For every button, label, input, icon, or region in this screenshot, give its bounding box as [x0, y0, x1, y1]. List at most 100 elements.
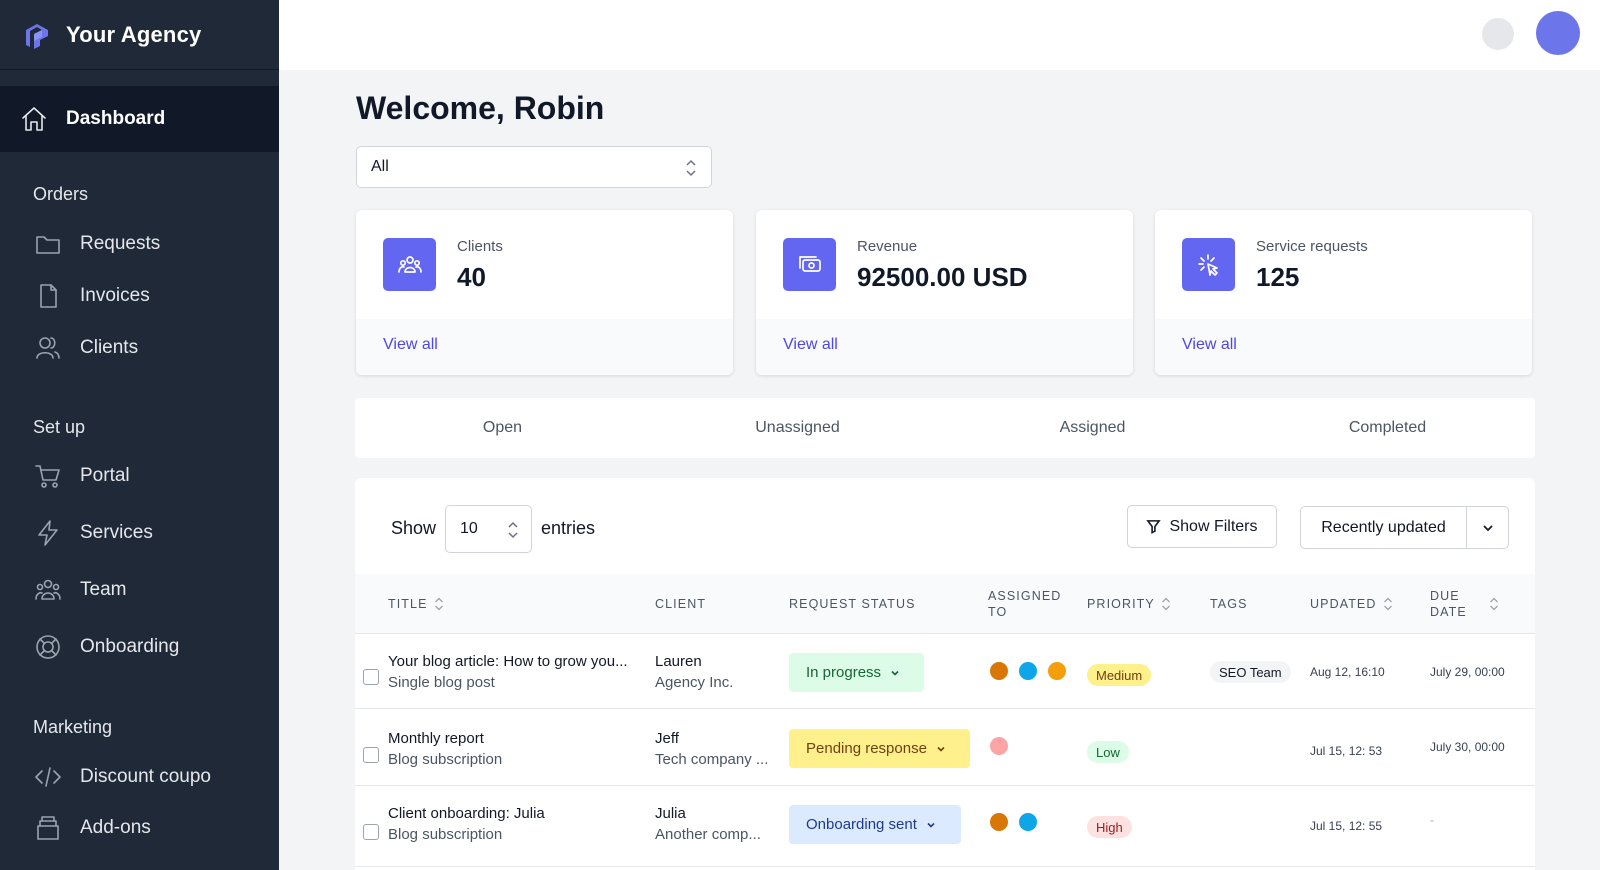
stat-label: Clients	[457, 238, 503, 255]
column-due-label-2: date	[1430, 605, 1467, 619]
status-dropdown[interactable]: Onboarding sent	[789, 805, 961, 844]
sidebar-item-requests[interactable]: Requests	[34, 224, 160, 264]
column-tags-label: Tags	[1210, 597, 1248, 611]
table-row[interactable]: Monthly report Blog subscription Jeff Te…	[355, 710, 1535, 786]
row-updated: Aug 12, 16:10	[1310, 665, 1385, 679]
tab-completed[interactable]: Completed	[1240, 398, 1535, 458]
requests-table-panel: Show 10 entries Show Filters Recently up…	[355, 478, 1535, 870]
sidebar-item-label: Onboarding	[80, 636, 180, 657]
user-avatar[interactable]	[1536, 11, 1580, 55]
sidebar-item-team[interactable]: Team	[34, 570, 126, 610]
sidebar-section-marketing: Marketing	[33, 717, 113, 737]
request-tabs: Open Unassigned Assigned Completed	[355, 398, 1535, 458]
column-request-status: Request status	[789, 596, 916, 612]
status-dropdown[interactable]: Pending response	[789, 729, 970, 768]
view-all-service-requests-link[interactable]: View all	[1182, 336, 1237, 354]
stat-card-clients: Clients 40 View all	[356, 210, 733, 375]
row-checkbox[interactable]	[363, 824, 379, 840]
status-label: Onboarding sent	[806, 816, 917, 833]
status-label: In progress	[806, 664, 882, 681]
row-due-date: -	[1430, 813, 1434, 827]
folder-icon	[34, 230, 62, 258]
stat-card-footer: View all	[1155, 319, 1532, 375]
table-row[interactable]: Client onboarding: Julia Blog subscripti…	[355, 787, 1535, 867]
sidebar-item-discount-coupons[interactable]: Discount coupo	[34, 757, 211, 797]
column-due-date[interactable]: Due date	[1430, 588, 1499, 620]
brand-name: Your Agency	[66, 21, 202, 47]
sidebar-item-clients[interactable]: Clients	[34, 328, 138, 368]
show-filters-button[interactable]: Show Filters	[1127, 505, 1277, 548]
column-priority-label: Priority	[1087, 597, 1155, 611]
sidebar-item-add-ons[interactable]: Add-ons	[34, 808, 151, 848]
row-title[interactable]: Your blog article: How to grow you...	[388, 653, 628, 670]
scope-select[interactable]: All	[356, 146, 712, 188]
sort-icon	[1161, 597, 1170, 611]
page-title: Welcome, Robin	[356, 90, 605, 126]
priority-badge: High	[1087, 816, 1132, 838]
tab-open[interactable]: Open	[355, 398, 650, 458]
sidebar-item-services[interactable]: Services	[34, 513, 153, 553]
status-label: Pending response	[806, 740, 927, 757]
archive-icon	[34, 814, 62, 842]
sidebar-item-dashboard[interactable]: Dashboard	[0, 86, 279, 152]
row-checkbox[interactable]	[363, 747, 379, 763]
view-all-clients-link[interactable]: View all	[383, 336, 438, 354]
column-tags: Tags	[1210, 596, 1248, 612]
sort-dropdown-toggle[interactable]	[1467, 507, 1508, 548]
avatar[interactable]	[1046, 660, 1068, 682]
stat-card-service-requests: Service requests 125 View all	[1155, 210, 1532, 375]
row-subtitle: Blog subscription	[388, 751, 503, 768]
row-subtitle: Blog subscription	[388, 826, 503, 843]
tag-badge: SEO Team	[1210, 661, 1291, 683]
entries-select-value: 10	[460, 520, 478, 537]
row-checkbox[interactable]	[363, 669, 379, 685]
sidebar-item-label: Requests	[80, 233, 161, 254]
cart-icon	[34, 462, 62, 490]
sort-dropdown[interactable]: Recently updated	[1300, 506, 1509, 549]
sidebar-item-portal[interactable]: Portal	[34, 456, 130, 496]
avatar[interactable]	[988, 811, 1010, 833]
chevron-down-icon	[927, 822, 935, 828]
stat-label: Revenue	[857, 238, 918, 255]
row-title[interactable]: Client onboarding: Julia	[388, 805, 545, 822]
sidebar-item-onboarding[interactable]: Onboarding	[34, 627, 179, 667]
tab-unassigned[interactable]: Unassigned	[650, 398, 945, 458]
cash-icon	[783, 238, 836, 291]
code-icon	[34, 763, 62, 791]
column-status-label: Request status	[789, 597, 916, 611]
column-updated[interactable]: Updated	[1310, 596, 1393, 612]
stat-value: 125	[1256, 262, 1300, 292]
sidebar-item-invoices[interactable]: Invoices	[34, 276, 150, 316]
sidebar-item-label: Portal	[80, 465, 130, 486]
entries-select[interactable]: 10	[445, 505, 532, 553]
column-due-label-1: Due	[1430, 589, 1460, 603]
stat-card-footer: View all	[356, 319, 733, 375]
priority-badge: Medium	[1087, 664, 1152, 686]
row-title[interactable]: Monthly report	[388, 730, 484, 747]
sort-icon	[1383, 597, 1392, 611]
avatar[interactable]	[988, 735, 1010, 757]
status-dropdown[interactable]: In progress	[789, 653, 924, 692]
row-subtitle: Single blog post	[388, 674, 495, 691]
home-icon	[20, 105, 48, 133]
entries-label: entries	[541, 518, 596, 538]
avatar[interactable]	[988, 660, 1010, 682]
sidebar-item-label: Team	[80, 579, 127, 600]
row-client: Jeff	[655, 730, 679, 747]
stat-label: Service requests	[1256, 238, 1368, 255]
notification-avatar[interactable]	[1482, 18, 1514, 50]
view-all-revenue-link[interactable]: View all	[783, 336, 838, 354]
avatar[interactable]	[1017, 660, 1039, 682]
avatar[interactable]	[1017, 811, 1039, 833]
row-company: Another comp...	[655, 826, 761, 843]
chevron-down-icon	[937, 746, 945, 752]
column-title[interactable]: Title	[388, 596, 444, 612]
stat-card-revenue: Revenue 92500.00 USD View all	[756, 210, 1133, 375]
brand[interactable]: Your Agency	[0, 0, 279, 70]
column-priority[interactable]: Priority	[1087, 596, 1171, 612]
sort-dropdown-value[interactable]: Recently updated	[1301, 507, 1467, 548]
tab-assigned[interactable]: Assigned	[945, 398, 1240, 458]
table-row[interactable]: Your blog article: How to grow you... Si…	[355, 635, 1535, 709]
column-title-label: Title	[388, 597, 428, 611]
stat-card-footer: View all	[756, 319, 1133, 375]
